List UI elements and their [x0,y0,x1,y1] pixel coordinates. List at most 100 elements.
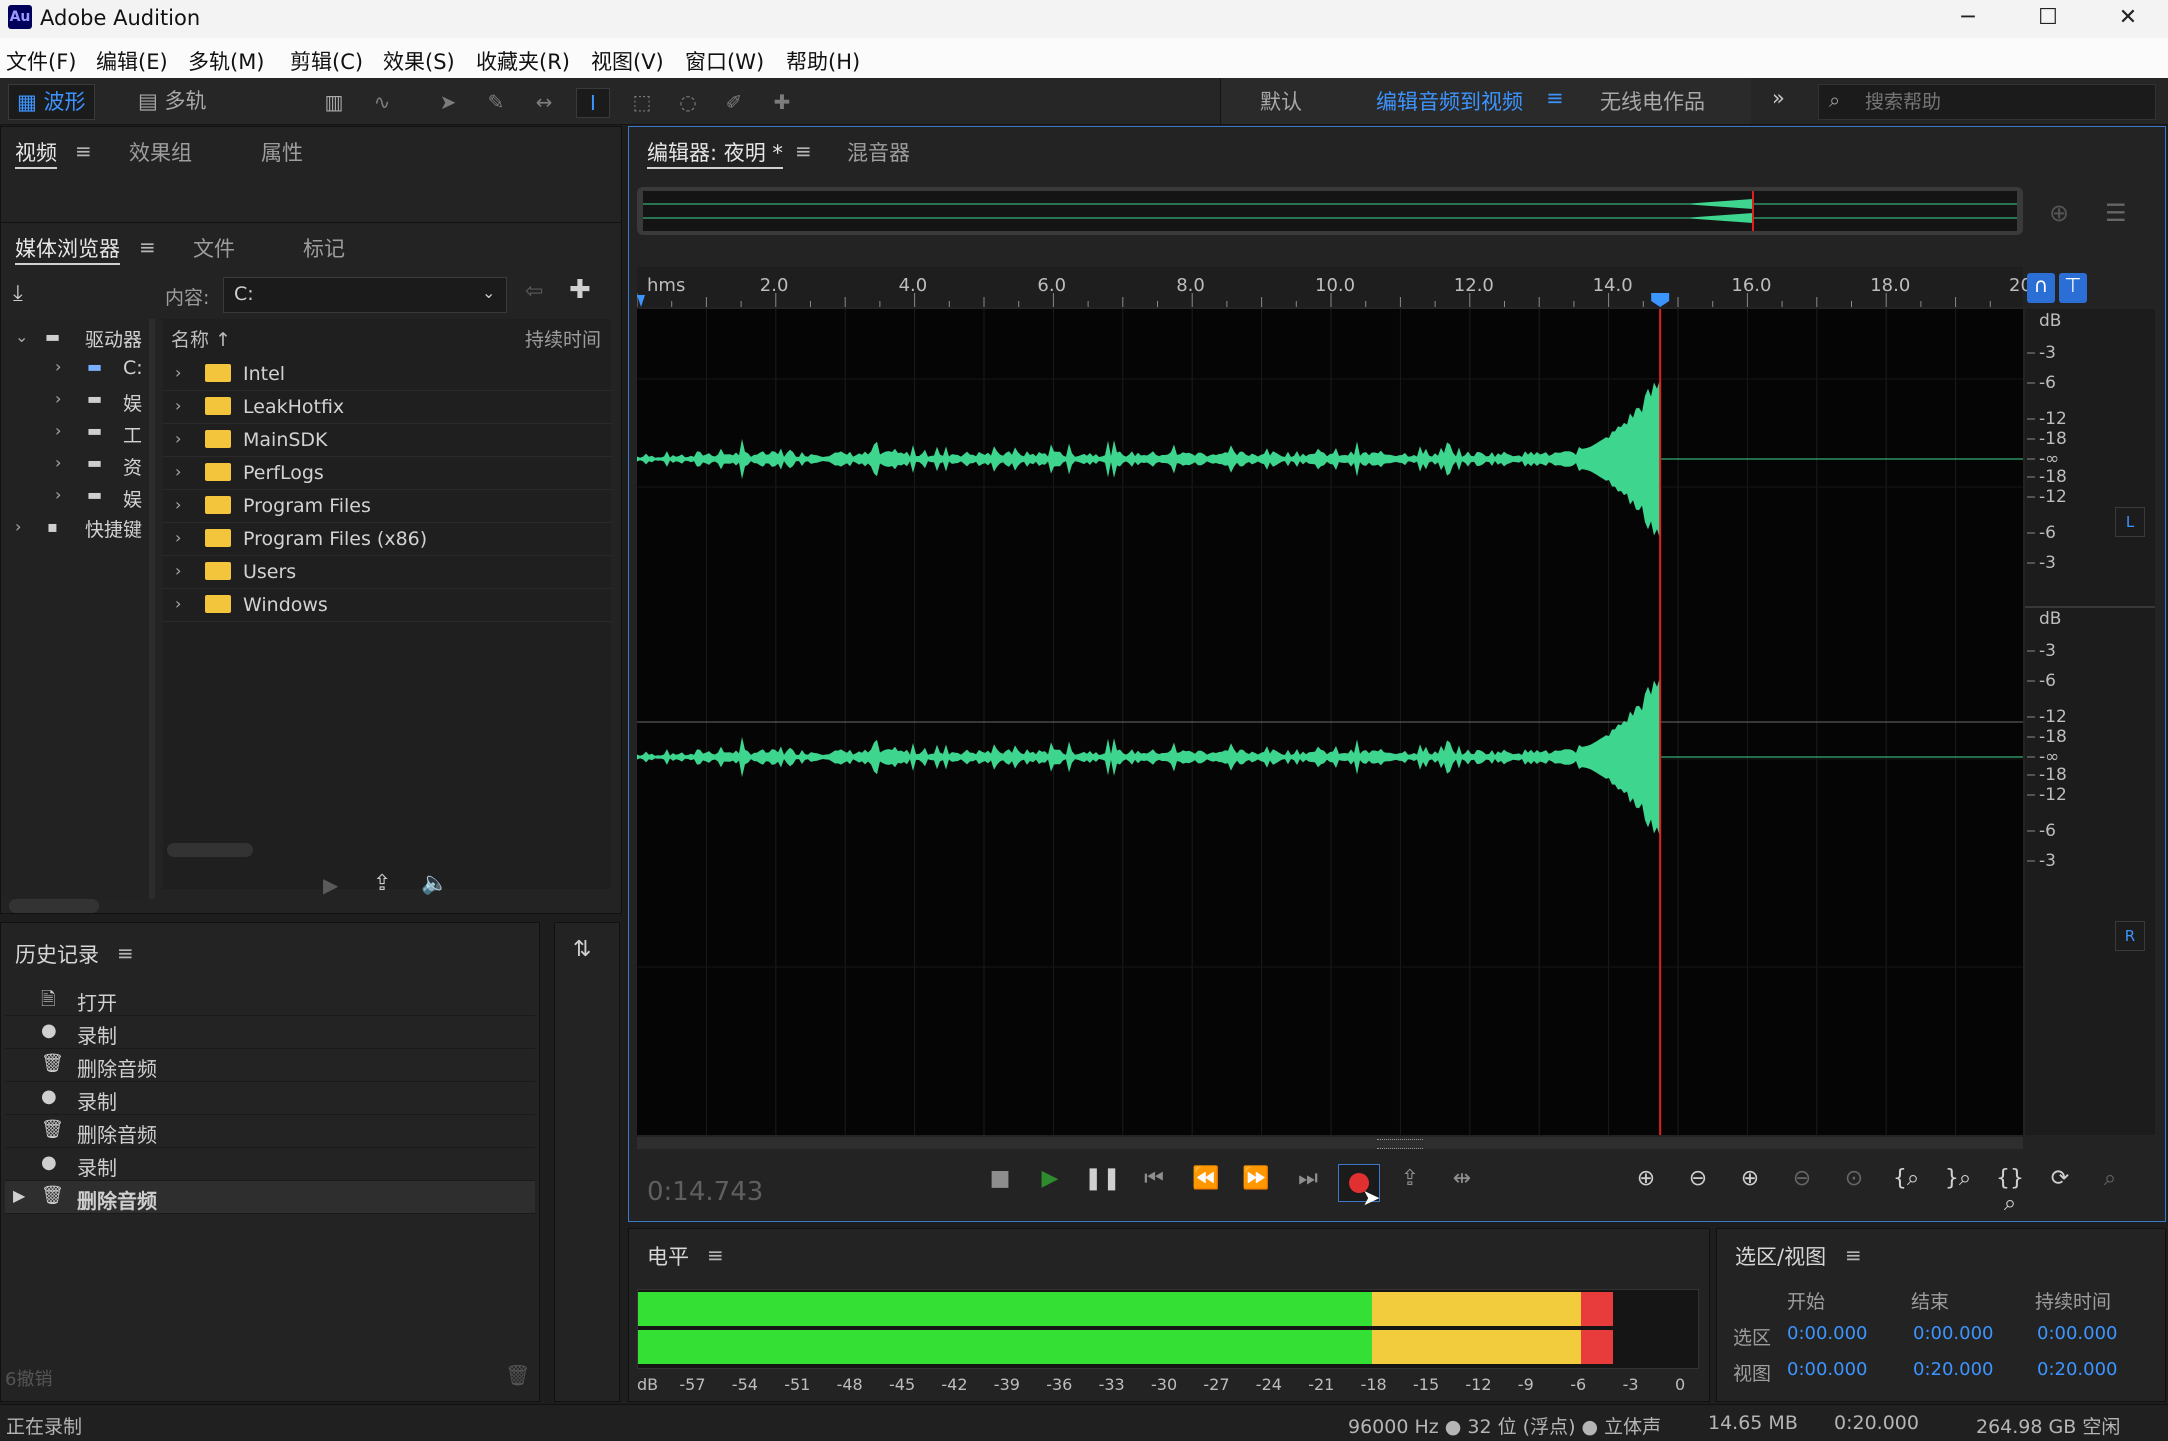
zoom-selection-icon[interactable]: ⊙ [1834,1166,1874,1191]
back-arrow-icon[interactable]: ⇦ [525,279,543,304]
slip-tool-icon[interactable]: ↔ [528,88,560,116]
chevron-right-icon[interactable]: › [175,363,181,382]
file-row[interactable]: › Program Files (x86) [163,522,611,556]
menu-view[interactable]: 视图(V) [591,46,664,76]
move-tool-icon[interactable]: ➤ [432,88,464,116]
file-row[interactable]: › Program Files [163,489,611,523]
history-item[interactable]: 🗑 删除音频 [5,1049,535,1082]
column-name-header[interactable]: 名称 ↑ [171,325,231,352]
workspace-default[interactable]: 默认 [1260,86,1302,116]
stop-button[interactable]: ■ [982,1166,1018,1191]
column-duration-header[interactable]: 持续时间 [525,325,601,352]
history-item[interactable]: ● 录制 [5,1082,535,1115]
close-button[interactable]: ✕ [2088,0,2168,38]
history-menu-icon[interactable]: ≡ [117,941,134,965]
chevron-right-icon[interactable]: › [175,528,181,547]
menu-file[interactable]: 文件(F) [6,46,76,76]
tree-item-drive-5[interactable]: 娱 [123,485,142,512]
skip-to-end-button[interactable]: ⏭ [1290,1166,1326,1191]
history-item[interactable]: ▶ 🗑 删除音频 [5,1181,535,1214]
channel-left-toggle[interactable]: L [2115,507,2145,537]
tab-video[interactable]: 视频 [15,137,57,169]
play-button[interactable]: ▶ [1032,1166,1068,1191]
maximize-button[interactable]: ☐ [2008,0,2088,38]
import-icon[interactable]: ⤓ [13,281,23,306]
help-search[interactable]: ⌕ [1818,84,2156,120]
chevron-right-icon[interactable]: › [55,453,61,472]
time-selection-tool-icon[interactable]: I [576,88,610,118]
zoom-out-amplitude-icon[interactable]: ⊖ [1678,1166,1718,1191]
history-item[interactable]: ● 录制 [5,1148,535,1181]
pin-icon[interactable]: ⇅ [573,937,591,962]
chevron-right-icon[interactable]: › [175,495,181,514]
workspace-edit-audio-to-video[interactable]: 编辑音频到视频 [1376,86,1523,116]
help-search-input[interactable] [1863,89,2147,115]
view-duration[interactable]: 0:20.000 [2037,1359,2118,1380]
tree-scrollbar[interactable] [9,899,99,913]
tree-item-drive-4[interactable]: 资 [123,453,142,480]
snap-icon[interactable]: ∩ [2027,273,2055,303]
tab-mixer[interactable]: 混音器 [847,137,910,167]
tab-properties[interactable]: 属性 [261,137,303,167]
panel-layout-icon[interactable]: ☰ [2105,199,2127,227]
spectral-frequency-icon[interactable]: ▥ [318,88,350,116]
tree-item-c[interactable]: C: [123,357,143,379]
chevron-down-icon[interactable]: ⌄ [15,327,28,346]
autoplay-speaker-icon[interactable]: 🔈 [421,871,448,896]
tree-splitter[interactable] [149,319,155,899]
zoom-full-icon[interactable]: {}⌕ [1990,1166,2030,1216]
zoom-in-point-icon[interactable]: {⌕ [1886,1166,1926,1191]
skip-silence-button[interactable]: ⇹ [1444,1166,1480,1191]
horizontal-scrollbar[interactable] [167,843,253,857]
menu-help[interactable]: 帮助(H) [786,46,860,76]
history-item[interactable]: ● 录制 [5,1016,535,1049]
selection-view-menu-icon[interactable]: ≡ [1845,1243,1862,1267]
menu-multitrack[interactable]: 多轨(M) [188,46,265,76]
marker-pin-icon[interactable]: ⊤ [2059,273,2087,303]
pause-button[interactable]: ❚❚ [1084,1166,1121,1191]
tab-editor[interactable]: 编辑器: 夜明 * [647,137,783,169]
zoom-overview-icon[interactable]: ⊕ [2049,199,2069,227]
media-browser-menu-icon[interactable]: ≡ [139,235,156,259]
menu-clip[interactable]: 剪辑(C) [290,46,363,76]
chevron-right-icon[interactable]: › [175,561,181,580]
view-end[interactable]: 0:20.000 [1913,1359,1994,1380]
waveform-hscroll[interactable] [637,1137,2023,1149]
chevron-right-icon[interactable]: › [175,462,181,481]
tree-item-drive-2[interactable]: 娱 [123,389,142,416]
brush-tool-icon[interactable]: ✐ [718,88,750,116]
view-start[interactable]: 0:00.000 [1787,1359,1868,1380]
selection-start[interactable]: 0:00.000 [1787,1323,1868,1344]
chevron-right-icon[interactable]: › [55,357,61,376]
scroll-grip-icon[interactable] [1377,1139,1423,1149]
multitrack-mode-button[interactable]: ▤ 多轨 [130,84,215,118]
tree-item-shortcuts[interactable]: 快捷键 [85,515,142,542]
spot-healing-tool-icon[interactable]: ✚ [766,88,798,116]
zoom-in-amplitude-icon[interactable]: ⊕ [1626,1166,1666,1191]
channel-right-toggle[interactable]: R [2115,921,2145,951]
tab-effects-rack[interactable]: 效果组 [129,137,192,167]
menu-edit[interactable]: 编辑(E) [96,46,168,76]
selection-end[interactable]: 0:00.000 [1913,1323,1994,1344]
minimize-button[interactable]: ─ [1928,0,2008,38]
fast-forward-button[interactable]: ⏩ [1238,1166,1274,1191]
history-item[interactable]: 🗑 删除音频 [5,1115,535,1148]
workspace-radio[interactable]: 无线电作品 [1600,86,1705,116]
marquee-tool-icon[interactable]: ⬚ [626,88,658,116]
rewind-button[interactable]: ⏪ [1188,1166,1224,1191]
chevron-right-icon[interactable]: › [175,396,181,415]
skip-to-start-button[interactable]: ⏮ [1136,1166,1172,1191]
chevron-right-icon[interactable]: › [55,421,61,440]
workspace-menu-icon[interactable]: ≡ [1546,86,1564,110]
tab-markers[interactable]: 标记 [303,233,345,263]
lasso-tool-icon[interactable]: ◌ [672,88,704,116]
menu-favorites[interactable]: 收藏夹(R) [476,46,570,76]
loop-preview-icon[interactable]: ⇪ [373,871,391,896]
overview-bar[interactable] [637,187,2023,235]
add-shortcut-icon[interactable]: ✚ [569,275,591,305]
chevron-right-icon[interactable]: › [15,517,21,536]
chevron-right-icon[interactable]: › [55,485,61,504]
content-dropdown[interactable]: C: ⌄ [223,277,507,313]
waveform-display[interactable] [637,309,2023,1135]
file-row[interactable]: › LeakHotfix [163,390,611,424]
